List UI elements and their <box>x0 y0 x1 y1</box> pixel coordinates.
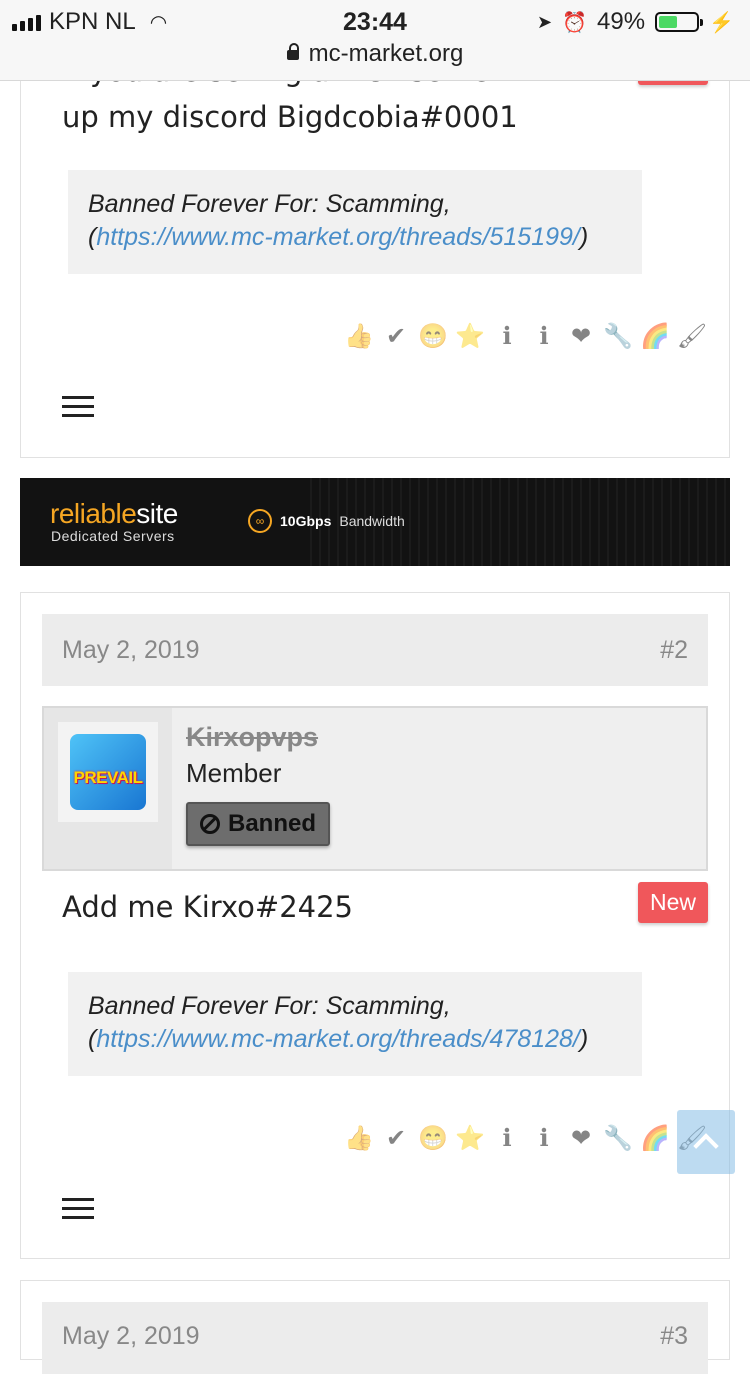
post-date[interactable]: May 2, 2019 <box>62 1322 200 1351</box>
avatar-text: PREVAIL <box>73 768 143 787</box>
ban-thread-link[interactable]: https://www.mc-market.org/threads/478128… <box>96 1025 580 1053</box>
funny-icon[interactable]: 😁 <box>417 320 449 352</box>
post-number[interactable]: #3 <box>660 1322 688 1351</box>
informative-icon[interactable]: ℹ <box>491 1122 523 1154</box>
url-text: mc-market.org <box>308 40 464 67</box>
post-header: May 2, 2019 #2 <box>42 614 708 686</box>
new-badge: New <box>637 882 708 923</box>
ad-bandwidth-value: 10Gbps <box>280 513 332 529</box>
banned-label: Banned <box>228 810 317 837</box>
ad-logo: reliablesite <box>50 498 178 530</box>
post-card-2 <box>20 592 730 1259</box>
paren-close: ) <box>579 1025 589 1053</box>
creative-icon[interactable]: 🌈 <box>639 320 671 352</box>
username[interactable]: Kirxopvps <box>186 722 318 753</box>
love-icon[interactable]: ❤ <box>565 320 597 352</box>
love-icon[interactable]: ❤ <box>565 1122 597 1154</box>
like-icon[interactable]: 👍 <box>343 1122 375 1154</box>
chevron-up-icon <box>693 1133 719 1159</box>
avatar[interactable]: PREVAIL <box>58 722 158 822</box>
optimistic-icon[interactable]: 🔧 <box>602 320 634 352</box>
alarm-icon: ⏰ <box>562 11 588 34</box>
lock-icon <box>286 43 299 60</box>
ad-subtitle: Dedicated Servers <box>51 528 175 544</box>
ban-reason: Banned Forever For: Scamming, <box>88 190 451 218</box>
ad-banner[interactable]: reliablesite Dedicated Servers ∞ 10Gbps B… <box>20 478 730 566</box>
avatar-column: PREVAIL <box>44 708 172 869</box>
post-date[interactable]: May 2, 2019 <box>62 636 200 665</box>
ad-brand-b: site <box>136 498 178 529</box>
status-bar: KPN NL ◠ 23:44 ➤ ⏰ 49% ⚡ mc-market.org <box>0 0 750 81</box>
informative-icon[interactable]: ℹ <box>491 320 523 352</box>
scroll-to-top-button[interactable] <box>677 1110 735 1174</box>
funny-icon[interactable]: 😁 <box>417 1122 449 1154</box>
like-icon[interactable]: 👍 <box>343 320 375 352</box>
ad-bandwidth: ∞ 10Gbps Bandwidth <box>248 509 405 533</box>
ban-notice: Banned Forever For: Scamming, (https://w… <box>68 972 642 1076</box>
address-bar[interactable]: mc-market.org <box>0 40 750 68</box>
reaction-bar: 👍 ✔ 😁 ⭐ ℹ ℹ ❤ 🔧 🌈 🖌 <box>343 1122 708 1154</box>
post-header: May 2, 2019 #3 <box>42 1302 708 1374</box>
user-role: Member <box>186 758 282 788</box>
ban-notice: Banned Forever For: Scamming, (https://w… <box>68 170 642 274</box>
useful-icon[interactable]: ℹ <box>528 1122 560 1154</box>
ban-reason: Banned Forever For: Scamming, <box>88 992 451 1020</box>
useful-icon[interactable]: ℹ <box>528 320 560 352</box>
optimistic-icon[interactable]: 🔧 <box>602 1122 634 1154</box>
avatar-image: PREVAIL <box>70 734 146 810</box>
user-info: PREVAIL Kirxopvps Member Banned <box>42 706 708 871</box>
paren-close: ) <box>579 223 589 251</box>
location-icon: ➤ <box>537 11 553 32</box>
menu-icon[interactable] <box>62 396 94 423</box>
menu-icon[interactable] <box>62 1198 94 1225</box>
post-message: Add me Kirxo#2425 <box>62 890 354 924</box>
battery-icon <box>655 12 704 32</box>
banned-badge: Banned <box>186 802 331 846</box>
creative-icon[interactable]: 🌈 <box>639 1122 671 1154</box>
reaction-bar: 👍 ✔ 😁 ⭐ ℹ ℹ ❤ 🔧 🌈 🖌 <box>343 320 708 352</box>
infinity-icon: ∞ <box>248 509 272 533</box>
agree-icon[interactable]: ✔ <box>380 320 412 352</box>
charging-icon: ⚡ <box>709 11 734 34</box>
agree-icon[interactable]: ✔ <box>380 1122 412 1154</box>
ad-brand-a: reliable <box>50 498 137 529</box>
winner-icon[interactable]: ⭐ <box>454 1122 486 1154</box>
battery-percent: 49% <box>597 8 646 35</box>
ad-bandwidth-label: Bandwidth <box>339 513 405 529</box>
ban-thread-link[interactable]: https://www.mc-market.org/threads/515199… <box>96 223 580 251</box>
post-message: up my discord Bigdcobia#0001 <box>62 100 518 134</box>
ban-icon <box>200 814 220 834</box>
winner-icon[interactable]: ⭐ <box>454 320 486 352</box>
post-number[interactable]: #2 <box>660 636 688 665</box>
artistic-icon[interactable]: 🖌 <box>676 320 708 352</box>
